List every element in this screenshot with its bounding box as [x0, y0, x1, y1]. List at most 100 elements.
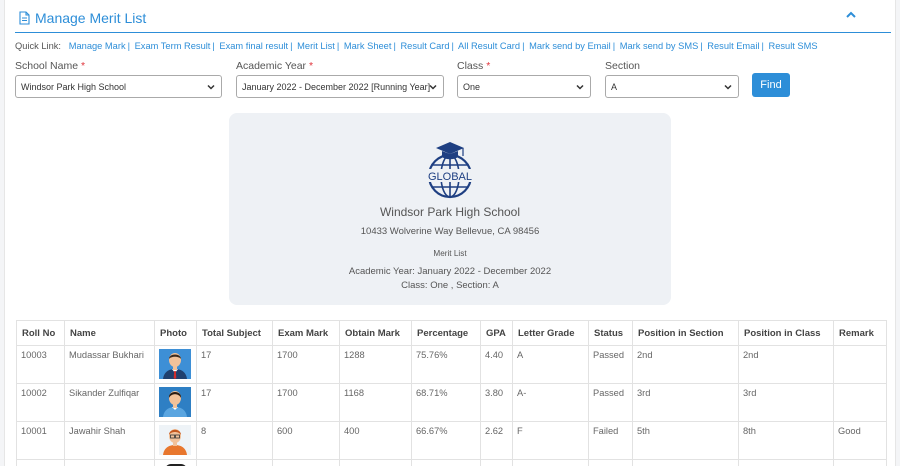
cell-exam-mark: 1700	[272, 345, 340, 384]
cell-obtain-mark: 1288	[339, 345, 412, 384]
quick-links-label: Quick Link:	[15, 41, 61, 51]
quick-link-all-result-card[interactable]: All Result Card	[458, 41, 520, 51]
required-mark: *	[486, 60, 491, 72]
col-letter-grade[interactable]: Letter Grade	[512, 320, 589, 346]
required-mark: *	[308, 60, 314, 72]
card-address: 10433 Wolverine Way Bellevue, CA 98456	[360, 226, 540, 237]
cell-obtain-mark: 1168	[339, 383, 412, 422]
quick-link-mark-send-sms[interactable]: Mark send by SMS	[620, 41, 699, 51]
cell-roll: 10002	[16, 383, 65, 422]
document-icon	[19, 11, 30, 25]
table-header-row: Roll No Name Photo Total Subject Exam Ma…	[16, 320, 887, 346]
chevron-down-icon	[724, 84, 732, 90]
cell-gpa: 3.80	[480, 383, 513, 422]
quick-link-manage-mark[interactable]: Manage Mark	[69, 41, 126, 51]
cell-total-subject: 17	[196, 383, 273, 422]
student-avatar	[159, 425, 191, 455]
col-remark[interactable]: Remark	[833, 320, 887, 346]
cell-pos-section: 5th	[632, 421, 739, 460]
section-select[interactable]: A	[605, 75, 739, 98]
cell-pos-class: 3rd	[738, 383, 834, 422]
quick-link-exam-term-result[interactable]: Exam Term Result	[135, 41, 211, 51]
quick-link-result-email[interactable]: Result Email	[707, 41, 759, 51]
academic-year-label: Academic Year	[236, 60, 307, 72]
cell-pos-section: 3rd	[632, 383, 739, 422]
col-name[interactable]: Name	[64, 320, 155, 346]
quick-link-mark-send-email[interactable]: Mark send by Email	[529, 41, 611, 51]
section-label: Section	[605, 60, 641, 72]
quick-link-mark-sheet[interactable]: Mark Sheet	[344, 41, 392, 51]
chevron-down-icon	[429, 84, 437, 90]
merit-table: Roll No Name Photo Total Subject Exam Ma…	[16, 320, 887, 466]
cell-status: Passed	[588, 345, 633, 384]
col-percentage[interactable]: Percentage	[411, 320, 481, 346]
required-mark: *	[80, 60, 86, 72]
class-filter: Class * One	[457, 60, 591, 98]
panel-header: Manage Merit List	[15, 6, 891, 33]
quick-link-merit-list[interactable]: Merit List	[297, 41, 335, 51]
quick-links-bar: Quick Link: Manage Mark | Exam Term Resul…	[15, 41, 818, 51]
col-exam-mark[interactable]: Exam Mark	[272, 320, 340, 346]
cell-percentage: 66.67%	[411, 421, 481, 460]
academic-year-filter: Academic Year * January 2022 - December …	[236, 60, 444, 98]
content-panel: Manage Merit List Quick Link: Manage Mar…	[4, 0, 896, 466]
col-position-section[interactable]: Position in Section	[632, 320, 739, 346]
chevron-down-icon	[576, 84, 584, 90]
cell-total-subject: 8	[196, 421, 273, 460]
cell-total-subject: 17	[196, 345, 273, 384]
cell-grade: F	[512, 421, 589, 460]
cell-pos-section: 2nd	[632, 345, 739, 384]
cell-roll: 10003	[16, 345, 65, 384]
cell-gpa: 2.62	[480, 421, 513, 460]
merit-list-card: GLOBAL Windsor Park High School 10433 Wo…	[229, 113, 671, 305]
cell-photo	[154, 421, 197, 460]
school-select-value: Windsor Park High School	[21, 81, 127, 92]
col-roll-no[interactable]: Roll No	[16, 320, 65, 346]
quick-link-exam-final-result[interactable]: Exam final result	[219, 41, 288, 51]
cell-name: Mudassar Bukhari	[64, 345, 155, 384]
cell-exam-mark: 1700	[272, 383, 340, 422]
chevron-down-icon	[207, 84, 215, 90]
academic-year-select-value: January 2022 - December 2022 [Running Ye…	[242, 81, 431, 92]
table-row-partial	[16, 459, 887, 466]
cell-remark: Good	[833, 421, 887, 460]
section-filter: Section A	[605, 60, 739, 98]
col-photo[interactable]: Photo	[154, 320, 197, 346]
cell-status: Failed	[588, 421, 633, 460]
card-academic-year: Academic Year: January 2022 - December 2…	[348, 266, 552, 277]
cell-grade: A-	[512, 383, 589, 422]
col-position-class[interactable]: Position in Class	[738, 320, 834, 346]
card-class-section: Class: One , Section: A	[401, 280, 499, 291]
cell-status: Passed	[588, 383, 633, 422]
cell-remark	[833, 345, 887, 384]
find-button[interactable]: Find	[752, 73, 790, 97]
cell-pos-class: 2nd	[738, 345, 834, 384]
student-avatar	[159, 387, 191, 417]
cell-photo	[154, 383, 197, 422]
cell-exam-mark: 600	[272, 421, 340, 460]
academic-year-select[interactable]: January 2022 - December 2022 [Running Ye…	[236, 75, 444, 98]
cell-gpa: 4.40	[480, 345, 513, 384]
col-total-subject[interactable]: Total Subject	[196, 320, 273, 346]
collapse-chevron-icon[interactable]	[845, 10, 857, 20]
cell-pos-class: 8th	[738, 421, 834, 460]
col-obtain-mark[interactable]: Obtain Mark	[339, 320, 412, 346]
card-doc-title: Merit List	[433, 249, 467, 258]
quick-link-result-card[interactable]: Result Card	[400, 41, 449, 51]
cell-grade: A	[512, 345, 589, 384]
col-status[interactable]: Status	[588, 320, 633, 346]
page-title: Manage Merit List	[35, 10, 147, 26]
school-label: School Name	[15, 60, 79, 72]
cell-name: Jawahir Shah	[64, 421, 155, 460]
school-filter: School Name * Windsor Park High School	[15, 60, 222, 98]
cell-photo	[154, 345, 197, 384]
cell-name: Sikander Zulfiqar	[64, 383, 155, 422]
student-avatar	[159, 349, 191, 379]
class-select[interactable]: One	[457, 75, 591, 98]
cell-percentage: 75.76%	[411, 345, 481, 384]
cell-roll: 10001	[16, 421, 65, 460]
school-select[interactable]: Windsor Park High School	[15, 75, 222, 98]
table-row: 10002 Sikander Zulfiqar 17 1700 1168 68.…	[16, 383, 887, 422]
col-gpa[interactable]: GPA	[480, 320, 513, 346]
quick-link-result-sms[interactable]: Result SMS	[769, 41, 818, 51]
